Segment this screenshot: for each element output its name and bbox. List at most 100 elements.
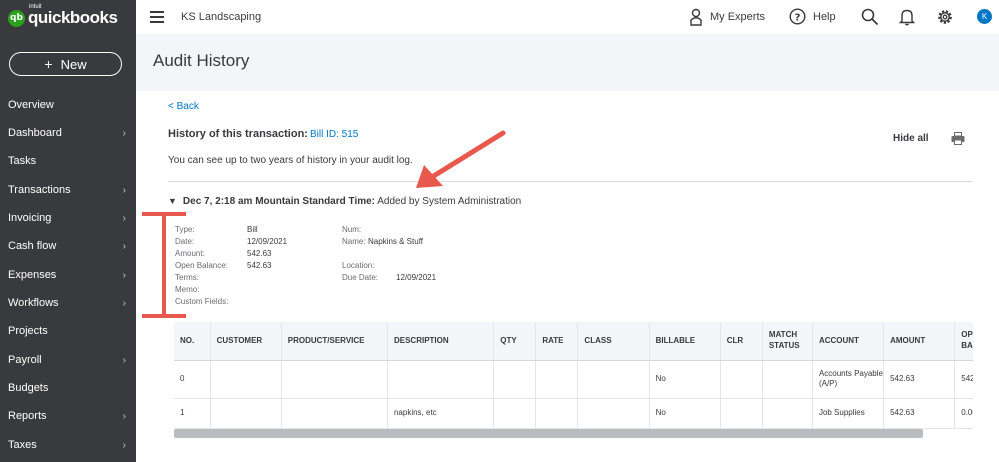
detail-label: Num: xyxy=(342,225,362,234)
sidebar-item-payroll[interactable]: Payroll › xyxy=(0,350,136,370)
column-header: ACCOUNT xyxy=(811,322,884,361)
collapse-triangle-icon: ▼ xyxy=(168,196,177,206)
detail-label: Open Balance: xyxy=(175,261,228,270)
column-header: CLASS xyxy=(577,322,650,361)
table-cell: 1 xyxy=(174,398,211,429)
sidebar-item-taxes[interactable]: Taxes › xyxy=(0,435,136,455)
horizontal-scrollbar[interactable] xyxy=(174,429,923,438)
svg-text:?: ? xyxy=(795,12,801,23)
table-cell: 542.63 xyxy=(954,360,973,399)
table-cell: 0.00 xyxy=(954,398,973,429)
audit-content: < Back History of this transaction: Bill… xyxy=(136,91,999,462)
sidebar-item-label: Budgets xyxy=(8,382,49,394)
notifications-bell-icon[interactable] xyxy=(899,8,915,26)
search-icon[interactable] xyxy=(861,8,879,26)
help-label: Help xyxy=(813,10,836,23)
table-cell: 542.63 xyxy=(883,398,955,429)
sidebar-item-expenses[interactable]: Expenses › xyxy=(0,265,136,285)
sidebar-item-invoicing[interactable]: Invoicing › xyxy=(0,208,136,228)
table-cell xyxy=(493,360,536,399)
column-header: CUSTOMER xyxy=(209,322,282,361)
detail-label: Name: xyxy=(342,237,366,246)
table-cell xyxy=(209,398,282,429)
detail-label: Terms: xyxy=(175,273,199,282)
column-header: MATCH STATUS xyxy=(761,322,813,361)
hamburger-menu-icon[interactable] xyxy=(150,11,164,23)
sidebar-item-label: Overview xyxy=(8,99,54,111)
table-cell: 0 xyxy=(174,360,211,399)
sidebar-item-overview[interactable]: Overview xyxy=(0,95,136,115)
quickbooks-logo[interactable]: qb intuit quickbooks xyxy=(8,4,118,27)
column-header: DESCRIPTION xyxy=(386,322,494,361)
user-avatar[interactable]: K xyxy=(977,9,992,24)
sidebar: qb intuit quickbooks + New Overview Dashb… xyxy=(0,0,136,462)
new-button-label: New xyxy=(60,56,87,72)
detail-label: Date: xyxy=(175,237,195,246)
column-header: CLR xyxy=(719,322,763,361)
table-cell: No xyxy=(648,360,721,399)
settings-gear-icon[interactable] xyxy=(936,8,954,26)
table-cell xyxy=(535,398,578,429)
hide-all-button[interactable]: Hide all xyxy=(893,133,929,144)
detail-value: Bill xyxy=(247,225,258,234)
column-header: BILLABLE xyxy=(648,322,721,361)
company-name: KS Landscaping xyxy=(181,11,262,23)
sidebar-item-label: Projects xyxy=(8,325,48,337)
detail-value: Napkins & Stuff xyxy=(368,237,423,246)
sidebar-item-workflows[interactable]: Workflows › xyxy=(0,293,136,313)
table-cell: napkins, etc xyxy=(386,398,494,429)
bill-id-link[interactable]: Bill ID: 515 xyxy=(310,129,358,140)
sidebar-item-budgets[interactable]: Budgets xyxy=(0,378,136,398)
sidebar-item-projects[interactable]: Projects xyxy=(0,321,136,341)
table-cell: 542.63 xyxy=(883,360,955,399)
logo-quickbooks-text: quickbooks xyxy=(28,8,118,27)
back-link[interactable]: < Back xyxy=(168,101,199,112)
history-title: History of this transaction: xyxy=(168,128,308,140)
qb-logo-icon: qb xyxy=(8,9,25,27)
sidebar-item-label: Workflows xyxy=(8,297,59,309)
detail-value: 12/09/2021 xyxy=(396,273,437,282)
logo-intuit-text: intuit xyxy=(29,4,42,10)
chevron-right-icon: › xyxy=(122,127,126,139)
chevron-right-icon: › xyxy=(122,297,126,309)
help-button[interactable]: ? Help xyxy=(789,8,836,25)
table-cell xyxy=(209,360,282,399)
table-row: 1 napkins, etc No Job Supplies542.630.00 xyxy=(174,398,973,429)
table-cell xyxy=(280,398,388,429)
table-cell xyxy=(577,360,650,399)
column-header: PRODUCT/SERVICE xyxy=(280,322,388,361)
chevron-right-icon: › xyxy=(122,212,126,224)
new-button[interactable]: + New xyxy=(9,52,122,76)
page-header: Audit History xyxy=(136,34,999,91)
chevron-right-icon: › xyxy=(122,184,126,196)
detail-label: Amount: xyxy=(175,249,205,258)
sidebar-item-label: Tasks xyxy=(8,155,37,167)
column-header: QTY xyxy=(493,322,536,361)
sidebar-item-label: Payroll xyxy=(8,354,42,366)
chevron-right-icon: › xyxy=(122,410,126,422)
table-cell xyxy=(761,360,813,399)
history-event-toggle[interactable]: ▼ Dec 7, 2:18 am Mountain Standard Time: … xyxy=(168,196,521,207)
chevron-right-icon: › xyxy=(122,354,126,366)
table-cell xyxy=(761,398,813,429)
chevron-right-icon: › xyxy=(122,240,126,252)
print-icon[interactable] xyxy=(951,132,965,145)
column-header: OPEN BALANCE xyxy=(954,322,973,361)
sidebar-item-cash-flow[interactable]: Cash flow › xyxy=(0,236,136,256)
column-header: RATE xyxy=(535,322,578,361)
sidebar-item-label: Reports xyxy=(8,410,47,422)
sidebar-item-label: Invoicing xyxy=(8,212,52,224)
detail-value: 542.63 xyxy=(247,261,272,270)
sidebar-item-reports[interactable]: Reports › xyxy=(0,406,136,426)
sidebar-item-transactions[interactable]: Transactions › xyxy=(0,180,136,200)
my-experts-label: My Experts xyxy=(710,11,766,23)
sidebar-item-label: Taxes xyxy=(8,439,37,451)
top-bar: KS Landscaping My Experts ? Help K xyxy=(136,0,999,34)
table-cell xyxy=(535,360,578,399)
sidebar-item-dashboard[interactable]: Dashboard › xyxy=(0,123,136,143)
table-cell xyxy=(386,360,494,399)
my-experts-button[interactable]: My Experts xyxy=(689,8,765,26)
audit-log-info: You can see up to two years of history i… xyxy=(168,155,413,166)
page-title: Audit History xyxy=(153,51,250,70)
sidebar-item-tasks[interactable]: Tasks xyxy=(0,151,136,171)
